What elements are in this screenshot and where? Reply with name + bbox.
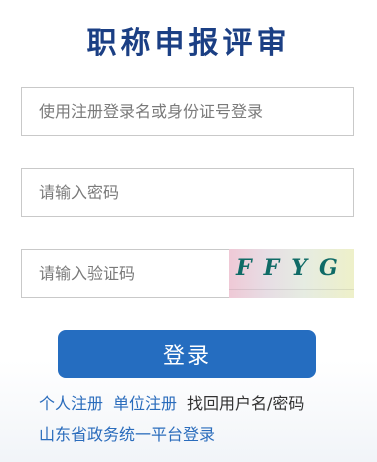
page-title: 职称申报评审 [86,26,291,61]
login-button[interactable]: 登录 [58,330,316,378]
auxiliary-links: 个人注册 单位注册 找回用户名/密码 [39,390,304,414]
login-page: 职称申报评审 FFYG 登录 个人注册单位注册找回用户名/密码 山东省政务统一平… [0,0,377,462]
captcha-field-box [21,249,230,298]
password-field-box [21,168,354,217]
captcha-input[interactable] [22,250,229,297]
captcha-image[interactable]: FFYG [229,249,354,298]
captcha-noise-line [229,289,354,290]
username-field-box [21,87,354,136]
password-input[interactable] [22,169,353,216]
gov-platform-login-link[interactable]: 山东省政务统一平台登录 [39,421,215,445]
personal-register-link[interactable]: 个人注册 [39,394,103,413]
recover-account-link[interactable]: 找回用户名/密码 [187,394,304,413]
captcha-code: FFYG [236,255,350,281]
unit-register-link[interactable]: 单位注册 [113,394,177,413]
username-input[interactable] [22,88,353,135]
